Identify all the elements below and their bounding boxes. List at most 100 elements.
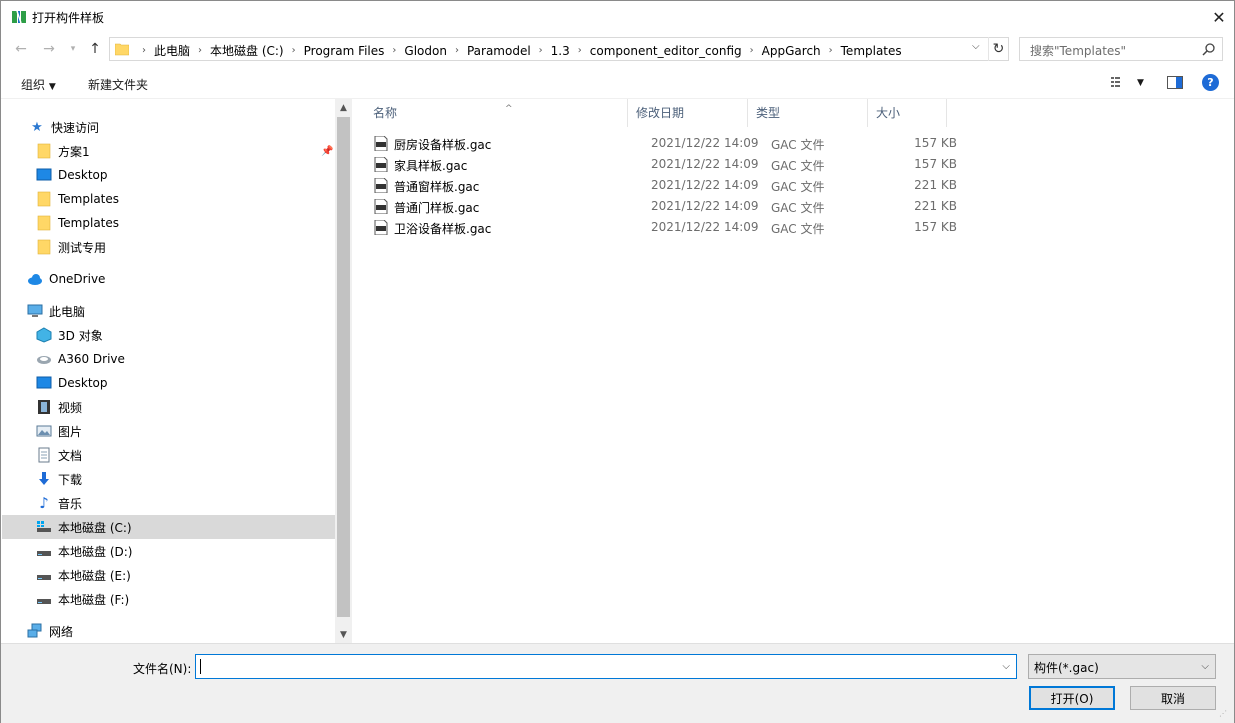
file-date: 2021/12/22 14:09	[651, 157, 759, 171]
forward-button[interactable]: →	[39, 39, 59, 59]
refresh-button[interactable]: ↻	[988, 37, 1008, 61]
scroll-up-icon[interactable]: ▲	[335, 99, 352, 116]
arrow-right-icon: →	[43, 41, 55, 57]
up-button[interactable]: ↑	[85, 39, 105, 59]
recent-locations-button[interactable]: ▾	[63, 39, 83, 59]
dialog-footer: 文件名(N): ⌵ 构件(*.gac) ⌵ 打开(O) 取消	[1, 643, 1234, 723]
search-placeholder: 搜索"Templates"	[1030, 44, 1127, 58]
nav-item-music[interactable]: ♪ 音乐	[36, 491, 82, 515]
file-size: 157 KB	[914, 157, 957, 171]
chevron-right-icon[interactable]: ›	[750, 45, 754, 56]
nav-item-drive-f[interactable]: 本地磁盘 (F:)	[36, 587, 129, 611]
search-input[interactable]: 搜索"Templates"	[1019, 37, 1223, 61]
crumb-this-pc[interactable]: 此电脑	[154, 42, 190, 59]
folder-icon	[37, 215, 51, 231]
crumb-c-drive[interactable]: 本地磁盘 (C:)	[210, 42, 284, 59]
file-row[interactable]: 普通门样板.gac 2021/12/22 14:09 GAC 文件 221 KB	[370, 196, 970, 217]
nav-scrollbar[interactable]: ▲ ▼	[335, 99, 352, 643]
nav-item-3d-objects[interactable]: 3D 对象	[36, 323, 103, 347]
view-options-icon[interactable]	[1111, 76, 1127, 88]
filename-input[interactable]: ⌵	[195, 654, 1017, 679]
nav-quick-access[interactable]: ★ 快速访问	[29, 115, 99, 139]
preview-pane-icon[interactable]	[1167, 76, 1183, 89]
nav-label: 视频	[58, 400, 83, 415]
crumb-paramodel[interactable]: Paramodel	[467, 44, 531, 58]
crumb-program-files[interactable]: Program Files	[304, 44, 385, 58]
chevron-right-icon[interactable]: ›	[578, 45, 582, 56]
drive-icon	[37, 356, 51, 364]
chevron-right-icon[interactable]: ›	[142, 45, 146, 56]
scroll-down-icon[interactable]: ▼	[335, 626, 352, 643]
nav-item-drive-e[interactable]: 本地磁盘 (E:)	[36, 563, 131, 587]
crumb-glodon[interactable]: Glodon	[404, 44, 447, 58]
open-button[interactable]: 打开(O)	[1029, 686, 1115, 710]
file-date: 2021/12/22 14:09	[651, 199, 759, 213]
nav-item-test[interactable]: 测试专用	[36, 235, 106, 259]
chevron-down-icon[interactable]: ⌵	[1002, 661, 1010, 672]
address-bar[interactable]: › 此电脑 › 本地磁盘 (C:) › Program Files › Glod…	[109, 37, 1009, 61]
nav-item-pictures[interactable]: 图片	[36, 419, 82, 443]
nav-item-drive-c[interactable]: 本地磁盘 (C:)	[2, 515, 335, 539]
organize-menu[interactable]: 组织 ▼	[21, 76, 56, 93]
scrollbar-thumb[interactable]	[337, 117, 350, 617]
column-header-date[interactable]: 修改日期	[628, 99, 748, 127]
nav-item-downloads[interactable]: 下载	[36, 467, 82, 491]
gac-file-icon	[374, 220, 388, 235]
chevron-right-icon[interactable]: ›	[539, 45, 543, 56]
crumb-version[interactable]: 1.3	[551, 44, 570, 58]
file-type-filter[interactable]: 构件(*.gac) ⌵	[1028, 654, 1216, 679]
back-button[interactable]: ←	[11, 39, 31, 59]
new-folder-button[interactable]: 新建文件夹	[88, 76, 148, 93]
file-type: GAC 文件	[771, 201, 825, 215]
chevron-down-icon: ▼	[1137, 78, 1144, 88]
file-date: 2021/12/22 14:09	[651, 178, 759, 192]
nav-network[interactable]: 网络	[27, 619, 73, 643]
nav-onedrive[interactable]: OneDrive	[27, 267, 105, 291]
nav-item-drive-d[interactable]: 本地磁盘 (D:)	[36, 539, 132, 563]
column-header-size[interactable]: 大小	[868, 99, 947, 127]
resize-grip-icon[interactable]: ⋰	[1219, 709, 1231, 721]
nav-this-pc[interactable]: 此电脑	[27, 299, 85, 323]
nav-label: Templates	[58, 192, 120, 206]
crumb-appgarch[interactable]: AppGarch	[762, 44, 821, 58]
nav-label: 本地磁盘 (D:)	[58, 544, 133, 559]
help-icon: ?	[1207, 76, 1214, 89]
file-row[interactable]: 家具样板.gac 2021/12/22 14:09 GAC 文件 157 KB	[370, 154, 970, 175]
file-name: 厨房设备样板.gac	[394, 138, 492, 152]
chevron-down-icon: ▾	[70, 44, 76, 54]
chevron-right-icon[interactable]: ›	[198, 45, 202, 56]
chevron-right-icon[interactable]: ›	[392, 45, 396, 56]
chevron-right-icon[interactable]: ›	[829, 45, 833, 56]
nav-item-desktop-pc[interactable]: Desktop	[36, 371, 108, 395]
chevron-down-icon: ⌵	[1201, 661, 1209, 672]
nav-label: 方案1	[58, 144, 90, 159]
crumb-templates[interactable]: Templates	[841, 44, 902, 58]
nav-label: Desktop	[58, 376, 108, 390]
column-header-name[interactable]: 名称 ^	[365, 99, 628, 127]
file-row[interactable]: 卫浴设备样板.gac 2021/12/22 14:09 GAC 文件 157 K…	[370, 217, 970, 238]
chevron-right-icon[interactable]: ›	[455, 45, 459, 56]
system-drive-icon	[37, 521, 51, 532]
nav-item-a360[interactable]: A360 Drive	[36, 347, 125, 371]
view-dropdown[interactable]: ▼	[1137, 78, 1144, 88]
nav-item-fangan1[interactable]: 方案1 📌	[36, 139, 334, 163]
nav-item-desktop[interactable]: Desktop	[36, 163, 108, 187]
address-history-dropdown[interactable]: ⌵	[972, 41, 980, 52]
chevron-right-icon[interactable]: ›	[292, 45, 296, 56]
nav-item-videos[interactable]: 视频	[36, 395, 82, 419]
nav-item-documents[interactable]: 文档	[36, 443, 82, 467]
app-logo-icon	[12, 10, 26, 24]
breadcrumb: › 此电脑 › 本地磁盘 (C:) › Program Files › Glod…	[134, 42, 902, 59]
file-row[interactable]: 普通窗样板.gac 2021/12/22 14:09 GAC 文件 221 KB	[370, 175, 970, 196]
cancel-button[interactable]: 取消	[1130, 686, 1216, 710]
help-button[interactable]: ?	[1202, 74, 1219, 91]
close-button[interactable]: ✕	[1204, 1, 1234, 33]
file-row[interactable]: 厨房设备样板.gac 2021/12/22 14:09 GAC 文件 157 K…	[370, 133, 970, 154]
crumb-component-editor-config[interactable]: component_editor_config	[590, 44, 742, 58]
column-header-type[interactable]: 类型	[748, 99, 868, 127]
drive-icon	[37, 599, 51, 604]
nav-label: 音乐	[58, 496, 83, 511]
cloud-icon	[28, 274, 42, 285]
nav-item-templates[interactable]: Templates	[36, 187, 119, 211]
nav-item-templates-2[interactable]: Templates	[36, 211, 119, 235]
